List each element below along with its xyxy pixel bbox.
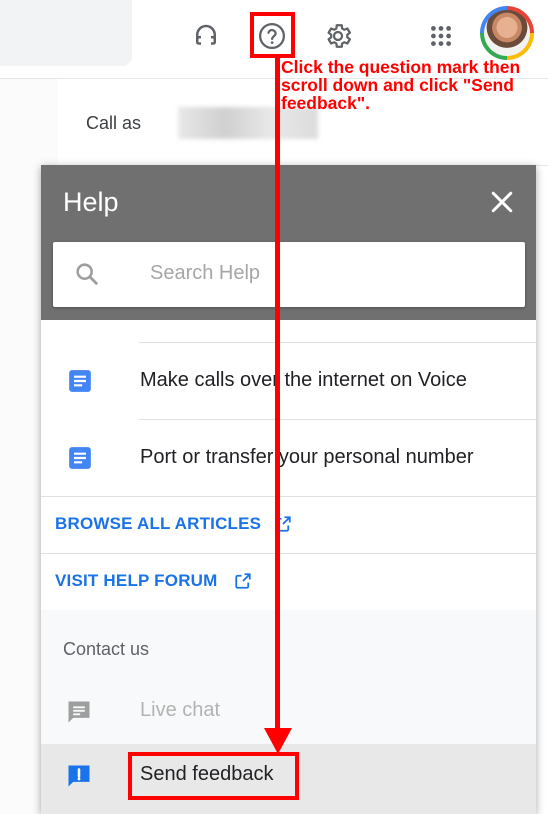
account-avatar[interactable] [480, 6, 534, 60]
browse-all-articles-label: BROWSE ALL ARTICLES [55, 514, 262, 533]
avatar-photo [484, 10, 530, 56]
help-panel-header: Help Search Help [41, 165, 536, 320]
search-bar-stub[interactable] [0, 0, 132, 66]
visit-help-forum-label: VISIT HELP FORUM [55, 571, 218, 590]
visit-help-forum-link[interactable]: VISIT HELP FORUM [41, 554, 536, 610]
headset-icon[interactable] [188, 18, 224, 54]
contact-us-title: Contact us [63, 639, 150, 659]
annotation-instruction: Click the question mark then scroll down… [281, 57, 521, 113]
open-in-new-icon [234, 572, 252, 595]
annotation-arrow [275, 56, 280, 731]
search-icon [73, 260, 101, 293]
help-article[interactable]: Port or transfer your personal number [41, 420, 536, 497]
send-feedback-highlight [128, 752, 299, 800]
close-icon[interactable] [487, 187, 517, 217]
help-panel-title: Help [63, 187, 119, 217]
article-label: Make calls over the internet on Voice [140, 369, 467, 391]
call-as-label: Call as [86, 113, 142, 133]
article-label: Port or transfer your personal number [140, 446, 474, 468]
help-panel: Help Search Help Make calls over the int… [41, 165, 536, 814]
document-icon [67, 445, 93, 476]
help-article[interactable]: Make calls over the internet on Voice [41, 343, 536, 420]
feedback-icon [65, 762, 93, 795]
chat-icon [65, 698, 93, 731]
apps-icon[interactable] [423, 18, 459, 54]
help-search-input[interactable]: Search Help [53, 242, 525, 307]
annotation-arrowhead [264, 728, 292, 754]
document-icon [67, 368, 93, 399]
live-chat-label: Live chat [140, 699, 221, 721]
settings-icon[interactable] [320, 18, 356, 54]
help-icon-highlight [250, 12, 295, 58]
search-placeholder: Search Help [150, 262, 261, 284]
browse-all-articles-link[interactable]: BROWSE ALL ARTICLES [41, 497, 536, 553]
